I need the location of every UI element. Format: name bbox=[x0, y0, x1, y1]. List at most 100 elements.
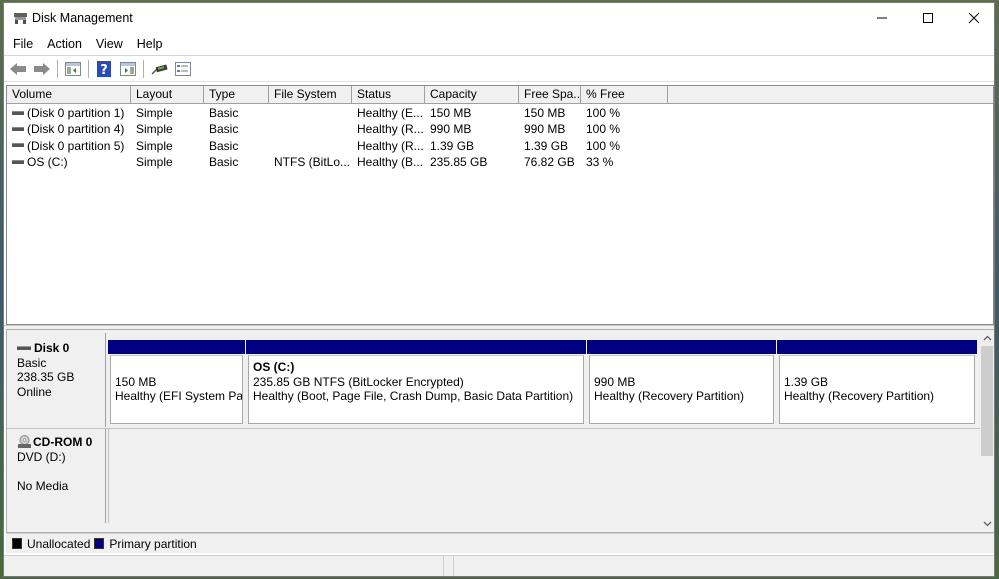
back-button[interactable] bbox=[7, 59, 29, 79]
column-header-empty bbox=[668, 86, 993, 104]
volume-layout: Simple bbox=[136, 122, 173, 137]
svg-text:?: ? bbox=[100, 63, 108, 77]
volume-list-body: (Disk 0 partition 1) Simple Basic Health… bbox=[7, 105, 993, 170]
volume-list-header: Volume Layout Type File System Status Ca… bbox=[7, 86, 993, 104]
close-button[interactable] bbox=[951, 3, 997, 33]
properties-list-icon bbox=[175, 61, 191, 76]
volume-capacity: 990 MB bbox=[430, 122, 472, 137]
primary-partition-bar bbox=[587, 340, 776, 354]
volume-name: (Disk 0 partition 1) bbox=[27, 106, 125, 120]
volume-percent-free: 100 % bbox=[586, 122, 621, 137]
window-title: Disk Management bbox=[32, 11, 133, 25]
volume-percent-free: 33 % bbox=[586, 154, 614, 169]
volume-percent-free: 100 % bbox=[586, 106, 621, 120]
column-header-type[interactable]: Type bbox=[204, 86, 269, 104]
menu-action[interactable]: Action bbox=[40, 34, 89, 54]
column-header-percent-free[interactable]: % Free bbox=[581, 86, 668, 104]
primary-partition-bar bbox=[777, 340, 977, 354]
partition-recovery-2[interactable]: 1.39 GB Healthy (Recovery Partition) bbox=[777, 340, 977, 424]
disk-name: CD-ROM 0 bbox=[33, 435, 93, 449]
forward-button[interactable] bbox=[31, 59, 53, 79]
minimize-button[interactable] bbox=[859, 3, 905, 33]
volume-capacity: 235.85 GB bbox=[430, 154, 488, 169]
volume-row[interactable]: OS (C:) Simple Basic NTFS (BitLo... Heal… bbox=[7, 154, 993, 170]
volume-row[interactable]: (Disk 0 partition 5) Simple Basic Health… bbox=[7, 138, 993, 154]
close-icon bbox=[968, 12, 980, 24]
status-pane bbox=[444, 556, 454, 576]
partition-title: OS (C:) bbox=[253, 360, 295, 374]
disk-type: Basic bbox=[17, 355, 47, 370]
column-header-layout[interactable]: Layout bbox=[131, 86, 204, 104]
scroll-down-button[interactable] bbox=[980, 517, 994, 531]
primary-partition-swatch bbox=[94, 538, 105, 549]
chevron-up-icon bbox=[983, 335, 991, 341]
cdrom-0-area[interactable] bbox=[108, 429, 980, 523]
minimize-icon bbox=[877, 17, 887, 19]
volume-capacity: 150 MB bbox=[430, 106, 472, 120]
column-header-status[interactable]: Status bbox=[352, 86, 425, 104]
graphical-view-scrollbar[interactable] bbox=[980, 330, 994, 532]
column-header-capacity[interactable]: Capacity bbox=[425, 86, 519, 104]
primary-partition-bar bbox=[108, 340, 245, 354]
toolbar-separator bbox=[88, 59, 89, 78]
primary-partition-bar bbox=[246, 340, 586, 354]
volume-list: Volume Layout Type File System Status Ca… bbox=[6, 85, 994, 325]
volume-type: Basic bbox=[209, 122, 239, 137]
partition-size: 990 MB bbox=[594, 374, 636, 389]
partition-recovery-1[interactable]: 990 MB Healthy (Recovery Partition) bbox=[587, 340, 776, 424]
volume-type: Basic bbox=[209, 106, 239, 120]
menu-file[interactable]: File bbox=[6, 34, 40, 54]
volume-file-system bbox=[269, 121, 352, 137]
volume-name: (Disk 0 partition 4) bbox=[27, 122, 125, 137]
help-button[interactable]: ? bbox=[93, 59, 115, 79]
volume-free-space: 76.82 GB bbox=[524, 154, 575, 169]
scroll-thumb[interactable] bbox=[981, 346, 993, 456]
show-hide-console-tree-button[interactable] bbox=[62, 59, 84, 79]
disk-status: Online bbox=[17, 384, 52, 399]
volume-capacity: 1.39 GB bbox=[430, 138, 475, 153]
connect-button[interactable] bbox=[148, 59, 170, 79]
menu-bar: File Action View Help bbox=[4, 34, 994, 54]
volume-layout: Simple bbox=[136, 154, 173, 169]
volume-file-system: NTFS (BitLo... bbox=[274, 154, 351, 169]
partition-size: 1.39 GB bbox=[784, 374, 829, 389]
forward-arrow-icon bbox=[34, 62, 50, 75]
disk-management-app-icon bbox=[13, 12, 28, 25]
volume-free-space: 1.39 GB bbox=[524, 138, 569, 153]
volume-name: (Disk 0 partition 5) bbox=[27, 138, 125, 153]
column-header-free-space[interactable]: Free Spa... bbox=[519, 86, 581, 104]
legend-item-primary-partition: Primary partition bbox=[94, 537, 197, 551]
show-hide-action-pane-button[interactable] bbox=[117, 59, 139, 79]
volume-status: Healthy (R... bbox=[357, 138, 424, 153]
volume-name: OS (C:) bbox=[27, 154, 68, 169]
unallocated-swatch bbox=[12, 538, 22, 549]
volume-row[interactable]: (Disk 0 partition 4) Simple Basic Health… bbox=[7, 121, 993, 137]
partition-status: Healthy (EFI System Part bbox=[115, 389, 243, 403]
cdrom-0-label[interactable]: CD-ROM 0 DVD (D:) No Media bbox=[9, 429, 106, 523]
properties-button[interactable] bbox=[172, 59, 194, 79]
partition-status: Healthy (Recovery Partition) bbox=[594, 389, 745, 403]
volume-file-system bbox=[269, 105, 352, 121]
volume-row[interactable]: (Disk 0 partition 1) Simple Basic Health… bbox=[7, 105, 993, 121]
maximize-icon bbox=[923, 13, 933, 23]
column-header-volume[interactable]: Volume bbox=[7, 86, 131, 104]
menu-view[interactable]: View bbox=[89, 34, 130, 54]
scroll-up-button[interactable] bbox=[980, 331, 994, 345]
hard-disk-icon bbox=[17, 346, 31, 351]
help-icon: ? bbox=[97, 60, 111, 77]
maximize-button[interactable] bbox=[905, 3, 951, 33]
cdrom-0-row: CD-ROM 0 DVD (D:) No Media bbox=[7, 428, 981, 523]
legend: Unallocated Primary partition bbox=[6, 533, 994, 553]
volume-free-space: 150 MB bbox=[524, 106, 566, 120]
back-arrow-icon bbox=[10, 62, 26, 75]
column-header-file-system[interactable]: File System bbox=[269, 86, 352, 104]
chevron-down-icon bbox=[983, 521, 991, 527]
volume-icon bbox=[12, 159, 24, 164]
menu-help[interactable]: Help bbox=[130, 34, 170, 54]
disk-0-label[interactable]: Disk 0 Basic 238.35 GB Online bbox=[9, 333, 106, 427]
volume-icon bbox=[12, 110, 24, 115]
partition-os-c[interactable]: OS (C:) 235.85 GB NTFS (BitLocker Encryp… bbox=[246, 340, 586, 424]
cd-rom-icon bbox=[18, 435, 31, 449]
partition-efi[interactable]: 150 MB Healthy (EFI System Part bbox=[108, 340, 245, 424]
toolbar-separator bbox=[57, 59, 58, 78]
